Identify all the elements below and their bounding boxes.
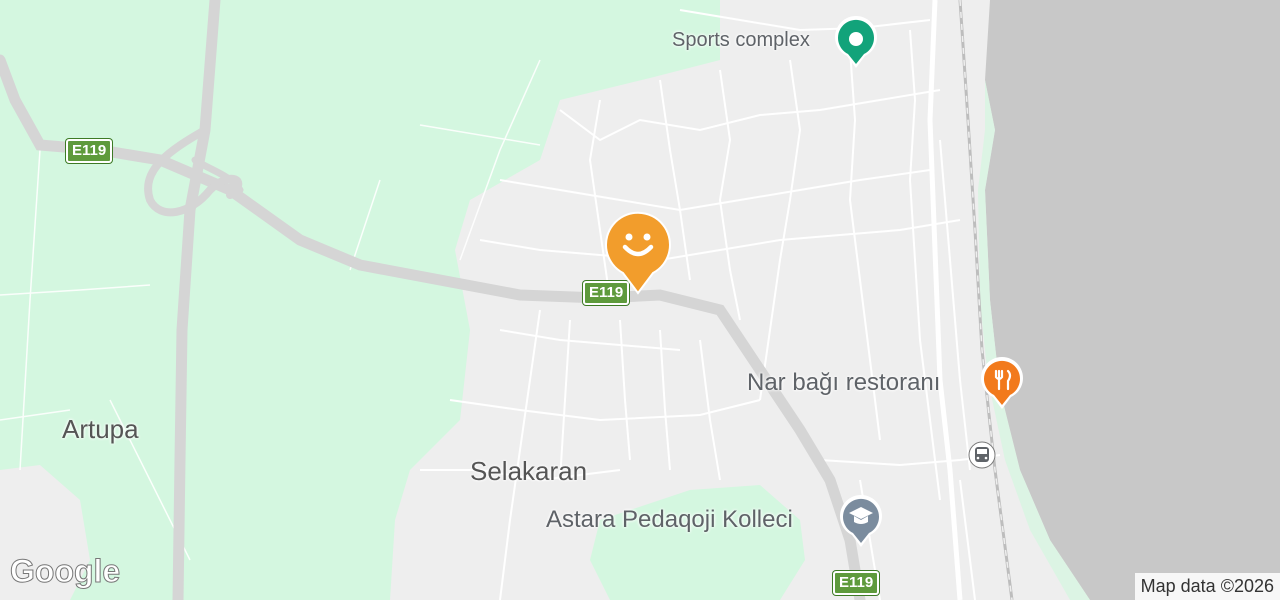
highway-shield-e119-west: E119 [66,139,113,163]
map-attribution[interactable]: Map data ©2026 [1134,573,1280,600]
bus-stop-icon[interactable] [967,440,997,470]
poi-label-college[interactable]: Astara Pedaqoji Kolleci [546,506,793,534]
restaurant-pin[interactable] [979,355,1025,411]
poi-label-sports-complex[interactable]: Sports complex [672,29,810,52]
college-pin[interactable] [838,493,884,549]
sports-complex-pin[interactable] [833,14,879,70]
place-label-selakaran: Selakaran [470,456,588,486]
google-logo: Google [9,553,121,590]
place-label-artupa: Artupa [62,414,139,444]
highway-shield-e119-south: E119 [833,571,880,595]
poi-label-restaurant[interactable]: Nar bağı restoranı [747,369,940,397]
location-smiley-marker[interactable] [603,209,673,297]
